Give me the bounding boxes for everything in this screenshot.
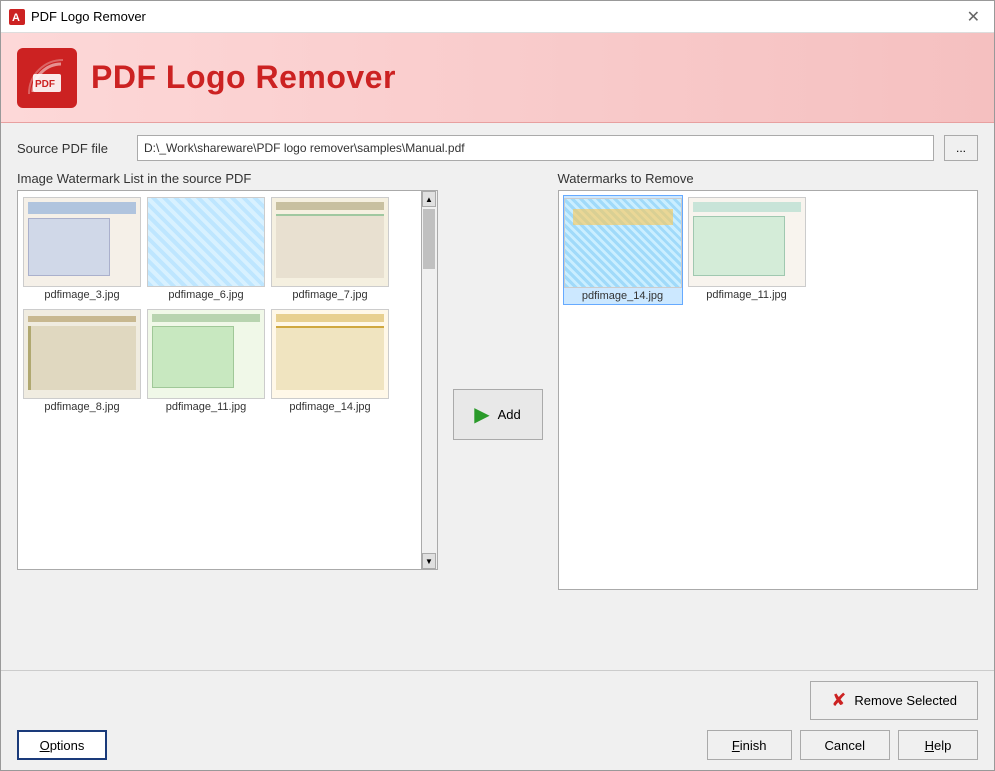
thumb-image-pdfimage7 xyxy=(271,197,389,287)
thumb-image-pdfimage3 xyxy=(23,197,141,287)
thumb-image-right-pdfimage11 xyxy=(688,197,806,287)
source-label: Source PDF file xyxy=(17,141,127,156)
footer-right: Finish Cancel Help xyxy=(707,730,978,760)
app-logo: PDF xyxy=(17,48,77,108)
list-item[interactable]: pdfimage_14.jpg xyxy=(563,195,683,305)
browse-button[interactable]: ... xyxy=(944,135,978,161)
list-item[interactable]: pdfimage_8.jpg xyxy=(22,307,142,415)
main-window: A PDF Logo Remover ✕ PDF PDF Logo Remove… xyxy=(0,0,995,771)
thumb-label: pdfimage_14.jpg xyxy=(289,401,370,413)
app-icon: A xyxy=(9,9,25,25)
bottom-section: ✘ Remove Selected OOptionsptions Finish … xyxy=(1,670,994,770)
thumb-label: pdfimage_8.jpg xyxy=(44,401,119,413)
title-bar: A PDF Logo Remover ✕ xyxy=(1,1,994,33)
scroll-down-arrow[interactable]: ▼ xyxy=(422,553,436,569)
header-banner: PDF PDF Logo Remover xyxy=(1,33,994,123)
app-title: PDF Logo Remover xyxy=(91,59,396,96)
right-panel-label: Watermarks to Remove xyxy=(558,171,979,186)
footer-row: OOptionsptions Finish Cancel Help xyxy=(17,730,978,760)
remove-row: ✘ Remove Selected xyxy=(17,681,978,720)
thumb-label: pdfimage_14.jpg xyxy=(582,290,663,302)
help-label: Help xyxy=(925,738,952,753)
add-button-label: Add xyxy=(498,407,521,422)
list-item[interactable]: pdfimage_7.jpg xyxy=(270,195,390,303)
window-title: PDF Logo Remover xyxy=(31,9,146,24)
thumb-image-pdfimage14 xyxy=(271,309,389,399)
help-button[interactable]: Help xyxy=(898,730,978,760)
options-button[interactable]: OOptionsptions xyxy=(17,730,107,760)
list-item[interactable]: pdfimage_6.jpg xyxy=(146,195,266,303)
scroll-thumb[interactable] xyxy=(423,209,435,269)
list-item[interactable]: pdfimage_3.jpg xyxy=(22,195,142,303)
left-scrollbar[interactable]: ▲ ▼ xyxy=(422,190,438,570)
thumb-image-right-pdfimage14 xyxy=(564,198,682,288)
svg-text:PDF: PDF xyxy=(35,79,55,90)
thumb-label: pdfimage_7.jpg xyxy=(292,289,367,301)
remove-icon: ✘ xyxy=(831,690,846,711)
svg-text:A: A xyxy=(12,12,20,24)
list-item[interactable]: pdfimage_11.jpg xyxy=(146,307,266,415)
left-panel-label: Image Watermark List in the source PDF xyxy=(17,171,438,186)
scroll-up-arrow[interactable]: ▲ xyxy=(422,191,436,207)
add-btn-column: ▶ Add xyxy=(448,171,548,658)
main-content: Source PDF file ... Image Watermark List… xyxy=(1,123,994,670)
right-panel-list[interactable]: pdfimage_14.jpg pdfimage_11.jpg xyxy=(558,190,979,590)
finish-label: Finish xyxy=(732,738,767,753)
thumb-label: pdfimage_6.jpg xyxy=(168,289,243,301)
remove-selected-button[interactable]: ✘ Remove Selected xyxy=(810,681,978,720)
source-row: Source PDF file ... xyxy=(17,135,978,161)
add-arrow-icon: ▶ xyxy=(474,402,489,427)
source-input[interactable] xyxy=(137,135,934,161)
right-panel: Watermarks to Remove pdfimage_14.jpg pdf… xyxy=(558,171,979,658)
left-panel-list-container: pdfimage_3.jpg pdfimage_6.jpg pdfimage_7… xyxy=(17,190,438,570)
title-bar-left: A PDF Logo Remover xyxy=(9,9,146,25)
list-item[interactable]: pdfimage_11.jpg xyxy=(687,195,807,305)
close-button[interactable]: ✕ xyxy=(961,5,986,29)
thumb-label: pdfimage_3.jpg xyxy=(44,289,119,301)
left-panel: Image Watermark List in the source PDF p… xyxy=(17,171,438,658)
cancel-label: Cancel xyxy=(825,738,865,753)
footer-left: OOptionsptions xyxy=(17,730,107,760)
cancel-button[interactable]: Cancel xyxy=(800,730,890,760)
options-label: OOptionsptions xyxy=(40,738,85,753)
panels-row: Image Watermark List in the source PDF p… xyxy=(17,171,978,658)
left-panel-list[interactable]: pdfimage_3.jpg pdfimage_6.jpg pdfimage_7… xyxy=(17,190,422,570)
remove-button-label: Remove Selected xyxy=(854,693,957,708)
list-item[interactable]: pdfimage_14.jpg xyxy=(270,307,390,415)
finish-button[interactable]: Finish xyxy=(707,730,792,760)
thumb-label: pdfimage_11.jpg xyxy=(706,289,787,301)
thumb-label: pdfimage_11.jpg xyxy=(166,401,247,413)
add-button[interactable]: ▶ Add xyxy=(453,389,543,440)
thumb-image-pdfimage6 xyxy=(147,197,265,287)
thumb-image-pdfimage8 xyxy=(23,309,141,399)
logo-svg: PDF xyxy=(25,56,69,100)
thumb-image-pdfimage11 xyxy=(147,309,265,399)
